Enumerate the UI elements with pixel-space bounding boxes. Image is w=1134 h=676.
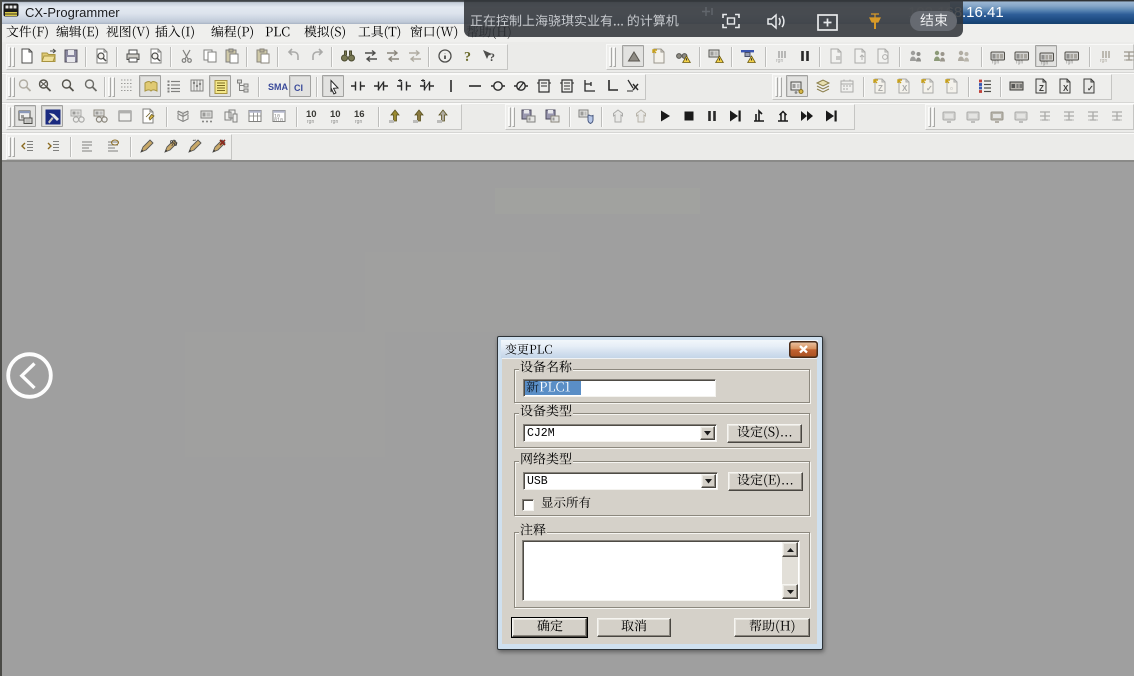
svg-text:✓: ✓ [1087,84,1094,93]
svg-text:▫: ▫ [950,84,953,93]
svg-text:rgn: rgn [992,60,999,66]
svg-text:%: % [170,139,177,148]
svg-text:rgn: rgn [331,119,338,125]
svg-text:?: ? [489,50,495,64]
svg-text:rgn: rgn [1016,60,1023,66]
svg-text:rgn: rgn [355,119,362,125]
svg-text:rgn: rgn [1041,61,1048,67]
svg-text:Z: Z [1039,84,1044,93]
svg-text:✓: ✓ [926,84,933,93]
svg-text:rgn: rgn [1100,58,1107,64]
svg-text:X: X [1063,84,1069,93]
svg-text:SMA: SMA [268,82,289,92]
svg-text:Z: Z [878,84,883,93]
svg-text:X: X [902,84,908,93]
svg-text:rgn: rgn [1066,60,1073,66]
svg-text:?: ? [464,50,471,65]
svg-text:CI: CI [294,83,303,93]
svg-text:rgn: rgn [307,119,314,125]
svg-text:010: 010 [274,118,283,124]
svg-text:rgn: rgn [776,58,783,64]
